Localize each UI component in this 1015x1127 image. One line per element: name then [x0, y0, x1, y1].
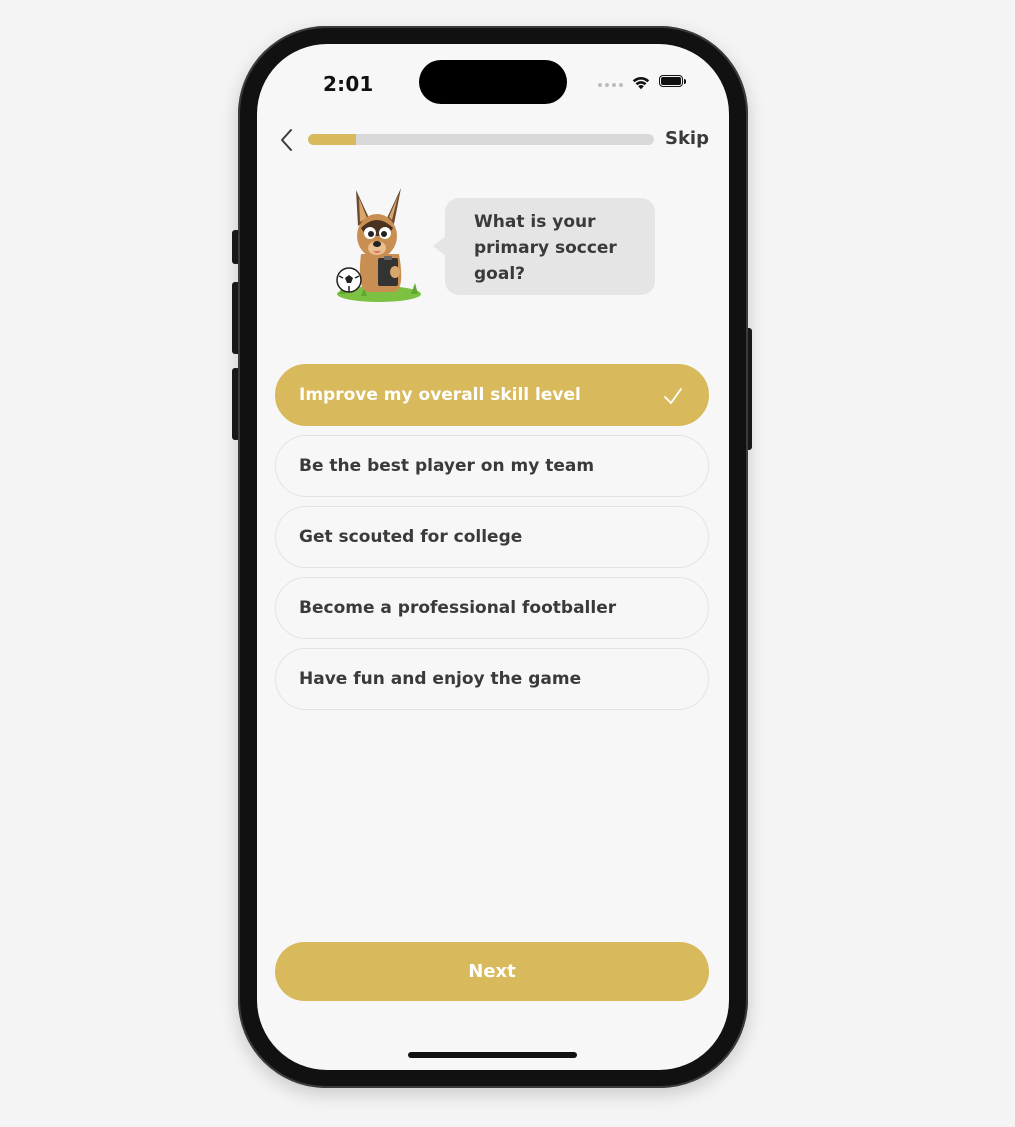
- question-text: What is your primary soccer goal?: [474, 212, 617, 284]
- option-label: Get scouted for college: [299, 527, 523, 547]
- option-professional[interactable]: Become a professional footballer: [275, 577, 709, 639]
- dog-mascot-icon: [336, 188, 421, 302]
- chevron-left-icon: [281, 129, 292, 151]
- next-button-label: Next: [468, 961, 516, 982]
- checkmark-icon: [664, 388, 682, 404]
- top-nav: Skip: [257, 124, 729, 156]
- next-button[interactable]: Next: [275, 942, 709, 1001]
- home-indicator[interactable]: [408, 1052, 577, 1058]
- battery-icon: [659, 75, 687, 89]
- status-time: 2:01: [323, 72, 374, 96]
- wifi-icon: [632, 77, 650, 90]
- option-improve-skill[interactable]: Improve my overall skill level: [275, 364, 709, 426]
- option-scouted-college[interactable]: Get scouted for college: [275, 506, 709, 568]
- option-have-fun[interactable]: Have fun and enjoy the game: [275, 648, 709, 710]
- dynamic-island: [419, 60, 567, 104]
- option-best-player[interactable]: Be the best player on my team: [275, 435, 709, 497]
- cellular-signal-icon: [598, 83, 623, 87]
- option-label: Improve my overall skill level: [299, 385, 581, 405]
- speech-bubble: What is your primary soccer goal?: [433, 198, 655, 295]
- phone-screen: 2:01 Skip What is your primary soccer go…: [257, 44, 729, 1070]
- progress-bar: [308, 134, 654, 145]
- progress-bar-fill: [308, 134, 357, 145]
- status-icons: [598, 74, 687, 90]
- option-label: Have fun and enjoy the game: [299, 669, 582, 689]
- skip-button[interactable]: Skip: [665, 128, 709, 149]
- stage: 2:01 Skip What is your primary soccer go…: [0, 0, 1015, 1127]
- option-label: Become a professional footballer: [299, 598, 617, 618]
- goal-options: Improve my overall skill level Be the be…: [275, 364, 709, 719]
- option-label: Be the best player on my team: [299, 456, 595, 476]
- back-button[interactable]: [273, 126, 301, 154]
